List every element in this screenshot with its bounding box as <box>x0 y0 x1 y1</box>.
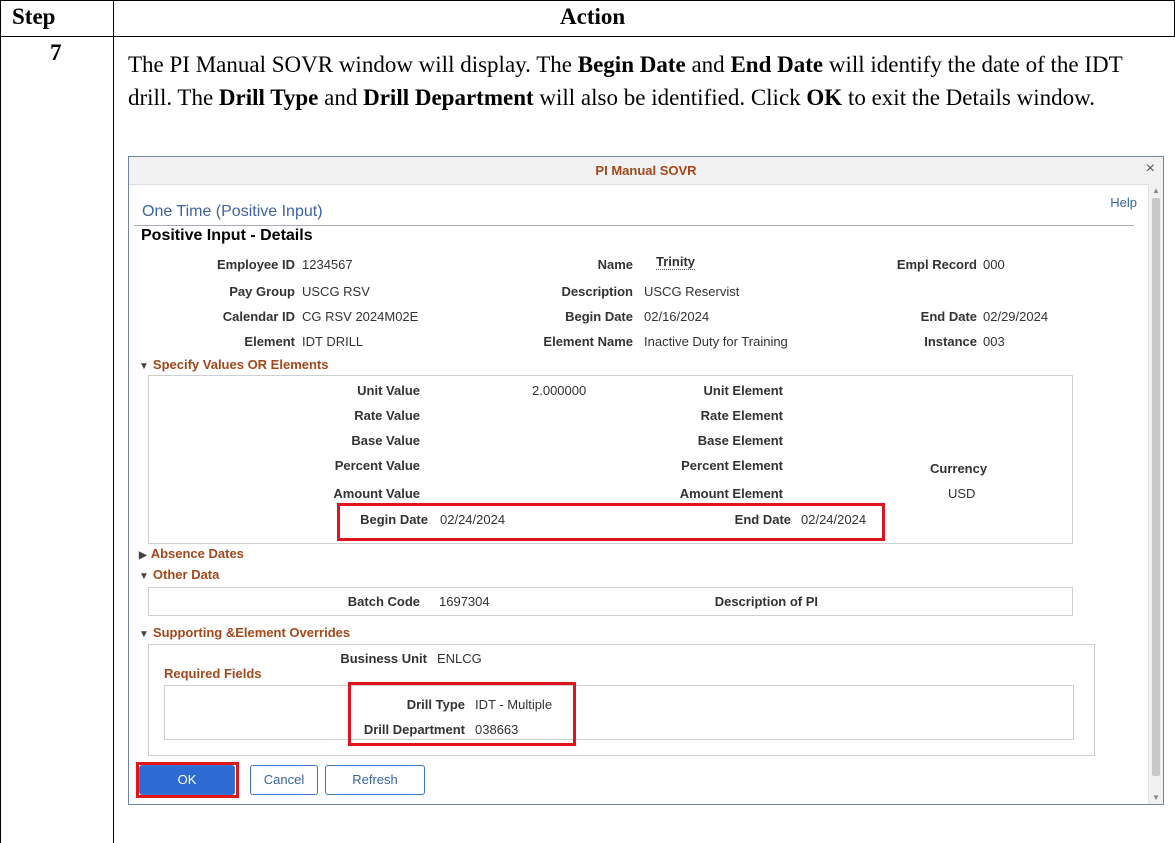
element-name-label: Element Name <box>543 334 633 349</box>
unit-value: 2.000000 <box>532 383 587 398</box>
table-top-border <box>0 0 1175 1</box>
scroll-down-icon[interactable]: ▼ <box>1152 793 1160 802</box>
name-label: Name <box>597 257 633 272</box>
header-step: Step <box>12 4 56 29</box>
begin-date-value: 02/16/2024 <box>644 309 710 324</box>
currency-label: Currency <box>930 461 988 476</box>
batch-code-label: Batch Code <box>347 594 420 609</box>
subtitle-divider <box>134 225 1134 226</box>
name-value[interactable]: Trinity <box>656 254 696 270</box>
highlight-drill-dates <box>337 503 885 541</box>
currency-value: USD <box>948 486 976 501</box>
element-value: IDT DRILL <box>302 334 364 349</box>
dialog-titlebar: PI Manual SOVR × <box>129 157 1163 185</box>
instance-label: Instance <box>924 334 977 349</box>
help-link[interactable]: Help <box>1110 195 1137 210</box>
collapsed-triangle-icon: ▶ <box>139 550 147 561</box>
other-data-box <box>148 587 1073 616</box>
calendar-id-label: Calendar ID <box>222 309 295 324</box>
cancel-button[interactable]: Cancel <box>250 765 318 795</box>
employee-id-label: Employee ID <box>216 257 295 272</box>
dialog-title: PI Manual SOVR <box>595 163 697 178</box>
end-date-label: End Date <box>920 309 977 324</box>
header-action: Action <box>560 4 626 29</box>
empl-record-value: 000 <box>983 257 1005 272</box>
rate-element-label: Rate Element <box>700 408 783 423</box>
supporting-overrides-header[interactable]: ▼ Supporting &Element Overrides <box>139 625 350 640</box>
instance-value: 003 <box>983 334 1005 349</box>
table-left-border <box>0 0 1 843</box>
calendar-id-value: CG RSV 2024M02E <box>302 309 419 324</box>
section-title: Positive Input - Details <box>141 227 313 244</box>
unit-value-label: Unit Value <box>357 383 420 398</box>
element-name-value: Inactive Duty for Training <box>644 334 788 349</box>
begin-date-label: Begin Date <box>565 309 633 324</box>
pay-group-value: USCG RSV <box>302 284 370 299</box>
page-subtitle: One Time (Positive Input) <box>142 203 323 220</box>
description-of-pi-label: Description of PI <box>714 594 818 609</box>
other-data-header[interactable]: ▼ Other Data <box>139 567 219 582</box>
required-fields-header: Required Fields <box>164 666 262 681</box>
amount-element-label: Amount Element <box>679 486 783 501</box>
empl-record-label: Empl Record <box>896 257 977 272</box>
specify-values-header[interactable]: ▼ Specify Values OR Elements <box>139 357 328 372</box>
expanded-triangle-icon: ▼ <box>139 629 149 640</box>
employee-id-value: 1234567 <box>302 257 353 272</box>
percent-value-label: Percent Value <box>334 458 420 473</box>
end-date-value: 02/29/2024 <box>983 309 1049 324</box>
table-header-divider <box>0 36 1175 37</box>
required-fields-box <box>164 685 1074 740</box>
expanded-triangle-icon: ▼ <box>139 361 149 372</box>
table-column-divider <box>113 0 114 843</box>
business-unit-value: ENLCG <box>437 651 482 666</box>
instruction-text: The PI Manual SOVR window will display. … <box>128 52 1123 110</box>
expanded-triangle-icon: ▼ <box>139 571 149 582</box>
business-unit-label: Business Unit <box>340 651 427 666</box>
highlight-drill-type-department <box>348 682 576 746</box>
absence-dates-header[interactable]: ▶ Absence Dates <box>139 546 244 561</box>
scroll-thumb[interactable] <box>1152 198 1160 776</box>
description-label: Description <box>561 284 633 299</box>
batch-code-value: 1697304 <box>439 594 490 609</box>
element-label: Element <box>244 334 295 349</box>
pay-group-label: Pay Group <box>229 284 295 299</box>
percent-element-label: Percent Element <box>681 458 783 473</box>
refresh-button[interactable]: Refresh <box>325 765 425 795</box>
base-element-label: Base Element <box>697 433 783 448</box>
unit-element-label: Unit Element <box>703 383 783 398</box>
highlight-ok-button <box>136 762 239 798</box>
pi-manual-sovr-dialog: PI Manual SOVR × ▲ ▼ Help One Time (Posi… <box>128 156 1164 805</box>
close-icon[interactable]: × <box>1146 160 1155 178</box>
vertical-scrollbar[interactable]: ▲ ▼ <box>1148 184 1163 804</box>
description-value: USCG Reservist <box>644 284 740 299</box>
base-value-label: Base Value <box>351 433 420 448</box>
scroll-up-icon[interactable]: ▲ <box>1152 186 1160 195</box>
rate-value-label: Rate Value <box>354 408 420 423</box>
amount-value-label: Amount Value <box>333 486 420 501</box>
step-number: 7 <box>50 40 62 65</box>
